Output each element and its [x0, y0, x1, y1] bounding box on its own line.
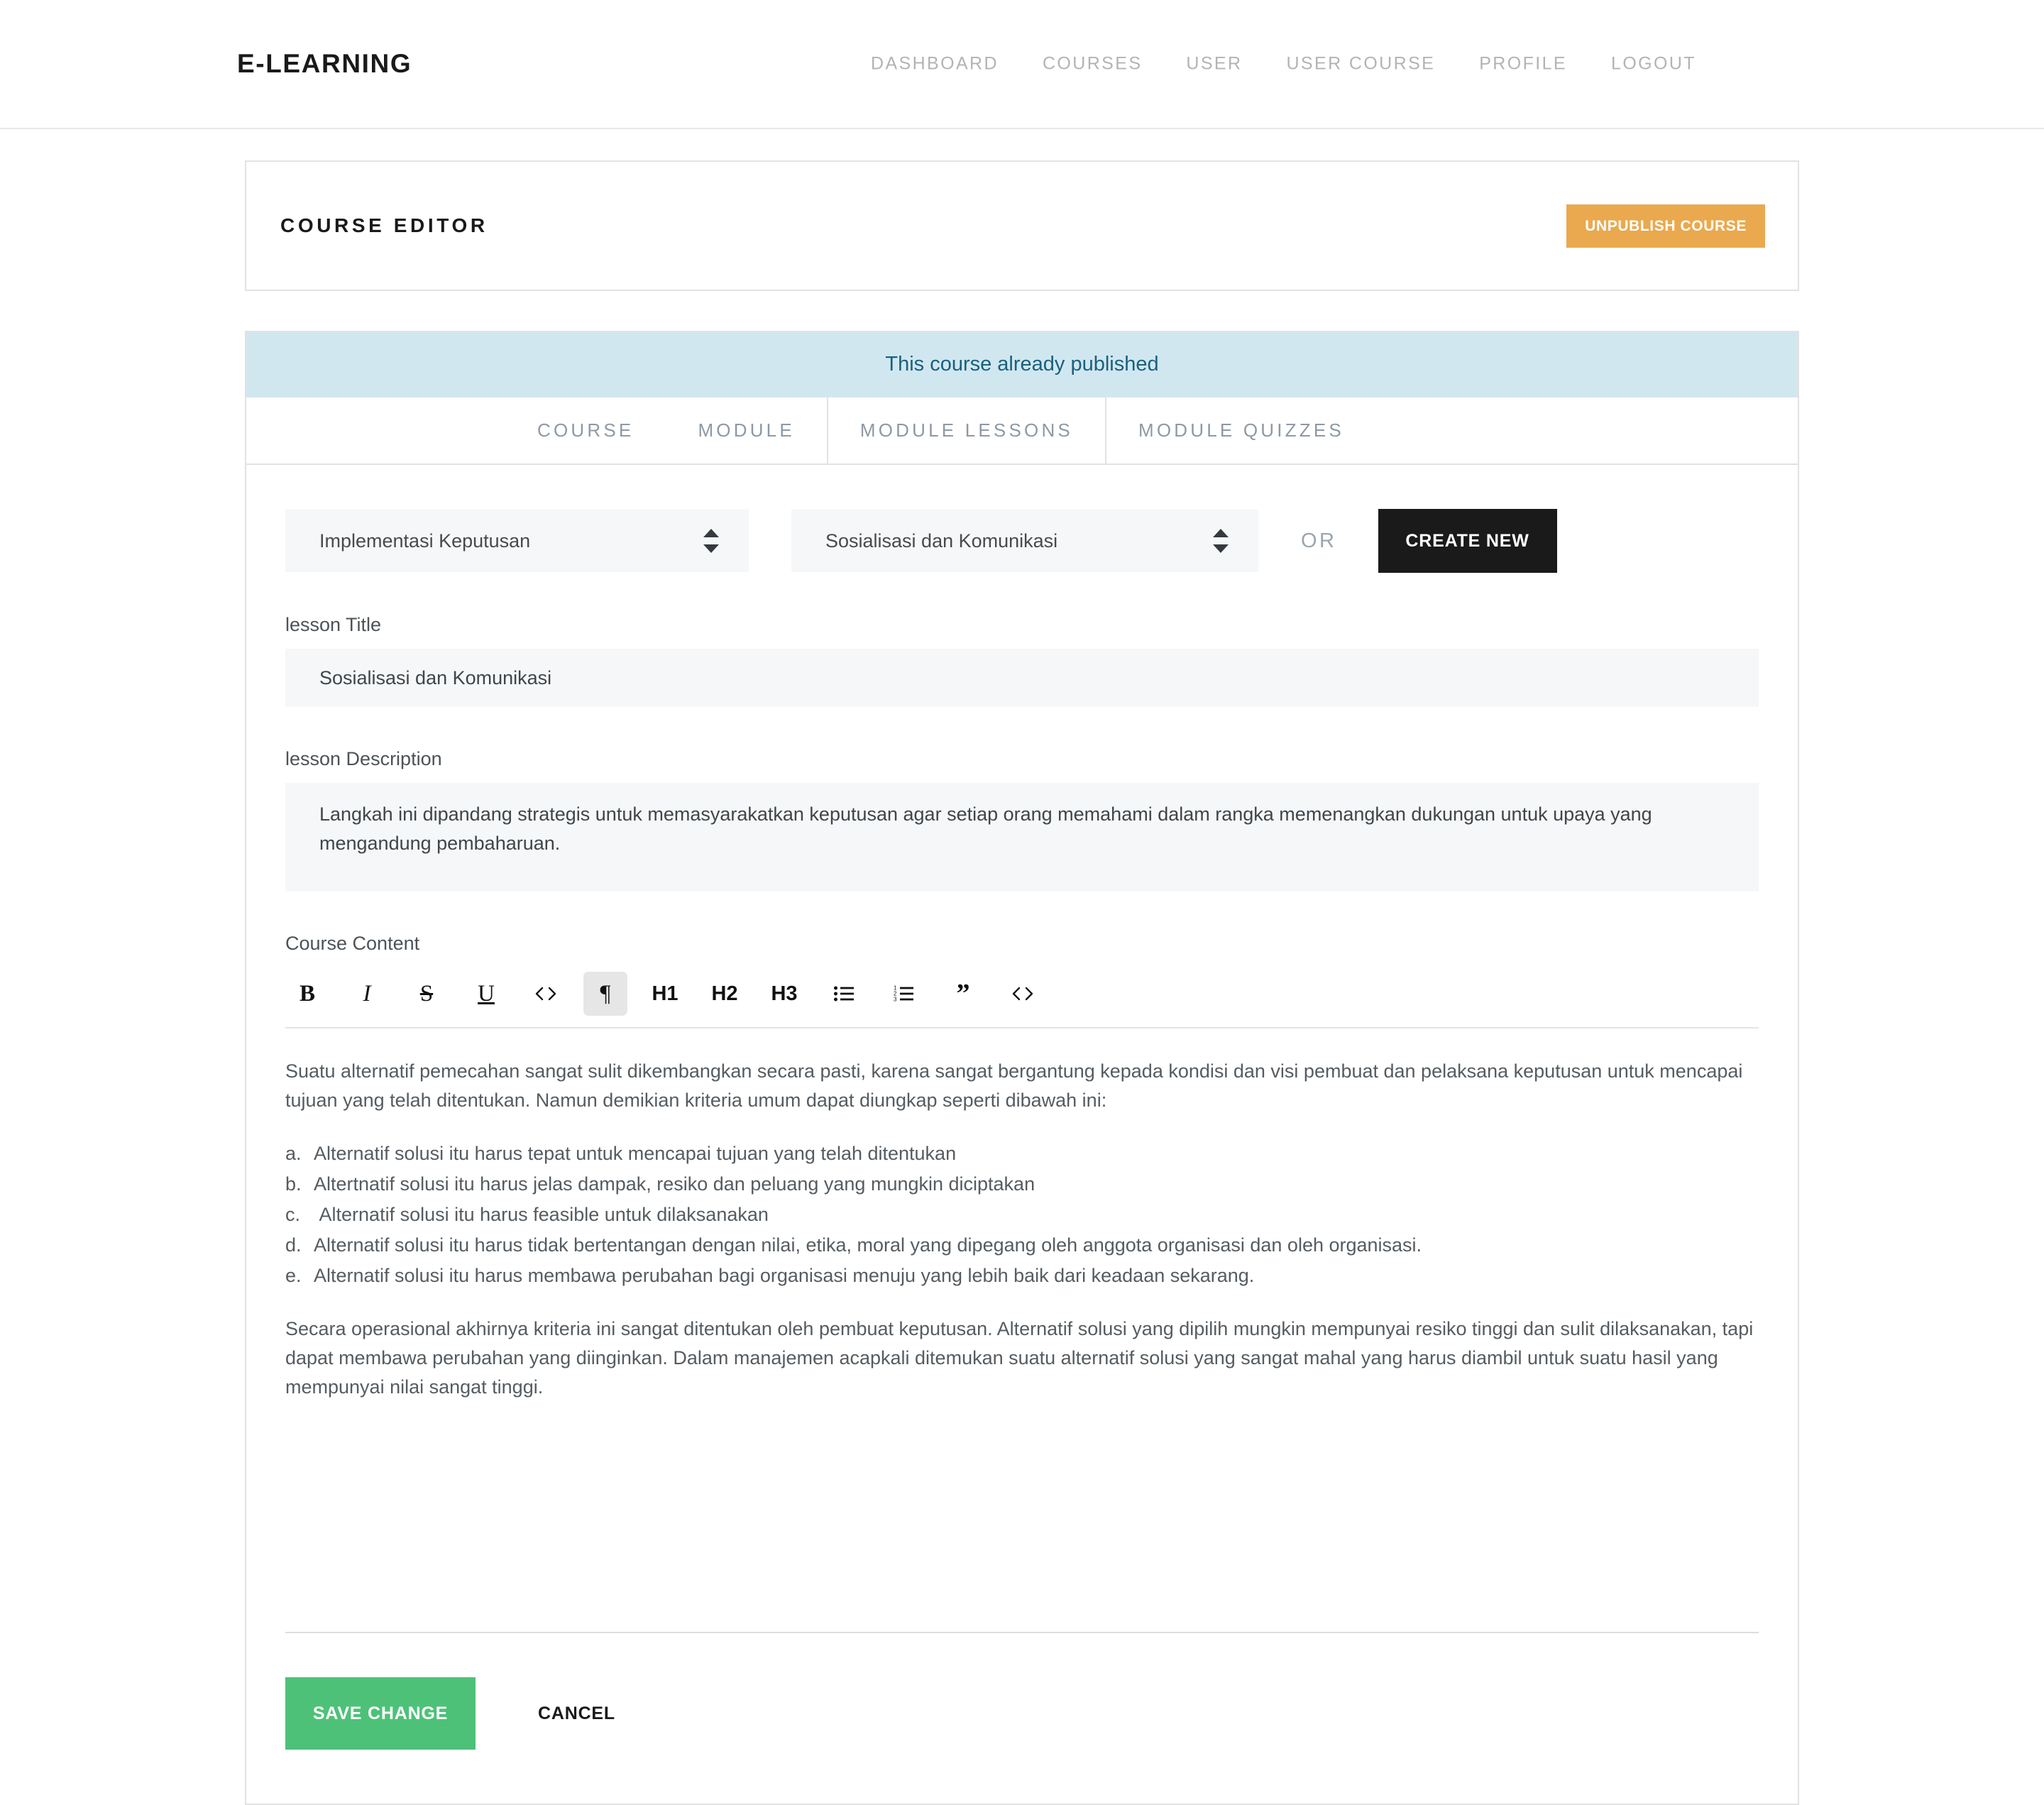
list-marker: c.	[285, 1204, 301, 1226]
list-marker: a.	[285, 1143, 302, 1165]
content-closing-paragraph: Secara operasional akhirnya kriteria ini…	[285, 1318, 1754, 1398]
tab-course[interactable]: COURSE	[505, 397, 666, 463]
course-editor-header: COURSE EDITOR UNPUBLISH COURSE	[246, 162, 1798, 290]
nav-link-courses[interactable]: COURSES	[1043, 47, 1142, 82]
list-item-text: Alternatif solusi itu harus membawa peru…	[314, 1265, 1255, 1287]
or-separator-label: OR	[1301, 529, 1337, 552]
list-item: a. Alternatif solusi itu harus tepat unt…	[285, 1139, 1759, 1168]
nav-links: DASHBOARD COURSES USER USER COURSE PROFI…	[871, 47, 1696, 82]
list-marker: b.	[285, 1173, 302, 1195]
bold-icon[interactable]: B	[285, 972, 329, 1016]
italic-icon[interactable]: I	[345, 972, 389, 1016]
list-item-text: Altertnatif solusi itu harus jelas dampa…	[314, 1173, 1035, 1195]
nav-link-profile[interactable]: PROFILE	[1479, 47, 1567, 82]
tab-module-quizzes[interactable]: MODULE QUIZZES	[1106, 397, 1376, 463]
heading-1-icon[interactable]: H1	[643, 972, 687, 1016]
course-editor-panel: This course already published COURSE MOD…	[245, 331, 1799, 1805]
nav-link-user[interactable]: USER	[1186, 47, 1242, 82]
lesson-title-label: lesson Title	[285, 614, 382, 635]
nav-link-user-course[interactable]: USER COURSE	[1286, 47, 1435, 82]
svg-text:3: 3	[894, 997, 897, 1003]
module-select[interactable]: Implementasi Keputusan	[285, 510, 749, 572]
paragraph-icon[interactable]: ¶	[583, 972, 627, 1016]
list-item: c. Alternatif solusi itu harus feasible …	[285, 1200, 1759, 1229]
list-marker: e.	[285, 1265, 302, 1287]
course-content-editor[interactable]: Suatu alternatif pemecahan sangat sulit …	[285, 1028, 1759, 1632]
lesson-title-input[interactable]	[285, 649, 1759, 707]
course-content-label: Course Content	[285, 933, 420, 954]
list-item: b. Altertnatif solusi itu harus jelas da…	[285, 1170, 1759, 1199]
tab-module-lessons[interactable]: MODULE LESSONS	[826, 397, 1106, 463]
bullet-list-icon[interactable]	[822, 972, 866, 1016]
page-wrapper: COURSE EDITOR UNPUBLISH COURSE This cour…	[0, 129, 2044, 1805]
editor-tabs: COURSE MODULE MODULE LESSONS MODULE QUIZ…	[246, 397, 1798, 465]
heading-3-icon[interactable]: H3	[762, 972, 806, 1016]
create-new-button[interactable]: CREATE NEW	[1378, 509, 1557, 573]
content-container: COURSE EDITOR UNPUBLISH COURSE This cour…	[245, 160, 1799, 1805]
page-title: COURSE EDITOR	[280, 214, 488, 236]
underline-icon[interactable]: U	[464, 972, 508, 1016]
top-navbar: E-LEARNING DASHBOARD COURSES USER USER C…	[0, 0, 2044, 129]
heading-2-icon[interactable]: H2	[703, 972, 747, 1016]
rich-text-toolbar: B I S U ¶ H1 H2 H3 1 2 3 ”	[285, 967, 1759, 1028]
module-select-wrapper: Implementasi Keputusan	[285, 510, 749, 572]
strikethrough-icon[interactable]: S	[405, 972, 449, 1016]
form-actions: SAVE CHANGE CANCEL	[285, 1633, 1759, 1804]
tab-module[interactable]: MODULE	[666, 397, 826, 463]
brand-logo[interactable]: E-LEARNING	[237, 49, 412, 79]
list-item-text: Alternatif solusi itu harus tepat untuk …	[314, 1143, 957, 1165]
nav-link-logout[interactable]: LOGOUT	[1611, 47, 1696, 82]
list-item: e. Alternatif solusi itu harus membawa p…	[285, 1261, 1759, 1290]
ordered-list-icon[interactable]: 1 2 3	[881, 972, 925, 1016]
list-item-text: Alternatif solusi itu harus feasible unt…	[314, 1204, 769, 1226]
list-item: d. Alternatif solusi itu harus tidak ber…	[285, 1231, 1759, 1260]
save-change-button[interactable]: SAVE CHANGE	[285, 1677, 476, 1750]
list-item-text: Alternatif solusi itu harus tidak berten…	[314, 1234, 1422, 1256]
nav-link-dashboard[interactable]: DASHBOARD	[871, 47, 999, 82]
lesson-description-textarea[interactable]: Langkah ini dipandang strategis untuk me…	[285, 783, 1759, 891]
list-marker: d.	[285, 1234, 302, 1256]
selector-row: Implementasi Keputusan Sosialisasi dan K…	[285, 509, 1759, 573]
content-intro-paragraph: Suatu alternatif pemecahan sangat sulit …	[285, 1060, 1743, 1112]
lesson-select-wrapper: Sosialisasi dan Komunikasi	[791, 510, 1258, 572]
lesson-select[interactable]: Sosialisasi dan Komunikasi	[791, 510, 1258, 572]
unpublish-course-button[interactable]: UNPUBLISH COURSE	[1566, 204, 1765, 248]
published-status-alert: This course already published	[246, 332, 1798, 397]
blockquote-icon[interactable]: ”	[941, 972, 985, 1016]
module-lessons-form: Implementasi Keputusan Sosialisasi dan K…	[246, 465, 1798, 1804]
criteria-list: a. Alternatif solusi itu harus tepat unt…	[285, 1139, 1759, 1290]
code-block-icon[interactable]	[1001, 972, 1045, 1016]
course-editor-header-card: COURSE EDITOR UNPUBLISH COURSE	[245, 160, 1799, 291]
cancel-button[interactable]: CANCEL	[538, 1704, 615, 1723]
inline-code-icon[interactable]	[524, 972, 568, 1016]
lesson-description-label: lesson Description	[285, 748, 442, 769]
